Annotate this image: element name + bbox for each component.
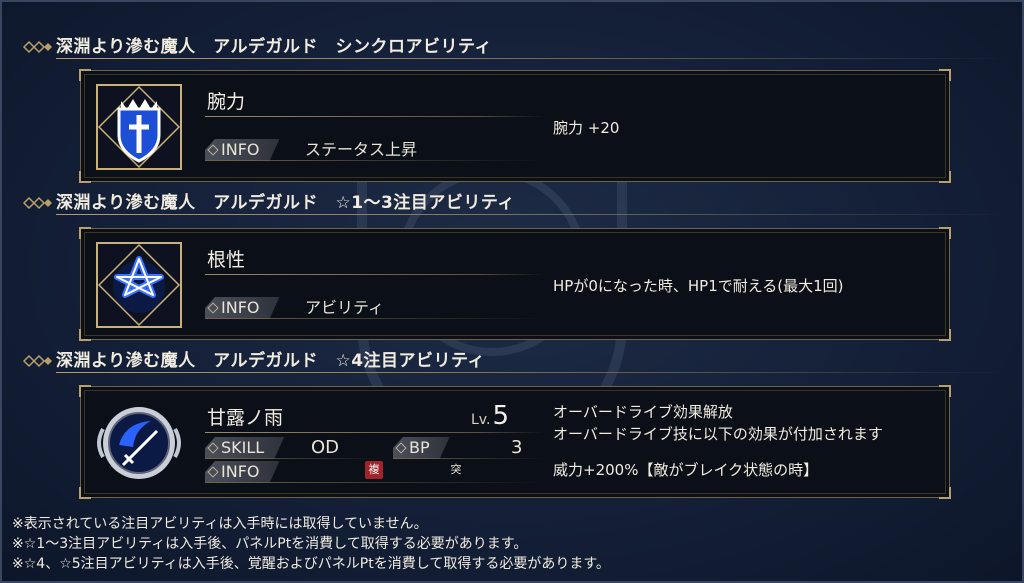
footnote: ※表示されている注目アビリティは入手時には取得していません。 — [12, 516, 428, 532]
skill-value: OD — [311, 437, 340, 458]
footnotes: ※表示されている注目アビリティは入手時には取得していません。 ※☆1～3注目アビ… — [12, 514, 610, 574]
skill-description-line1: オーバードライブ効果解放 — [553, 403, 733, 421]
shield-crest-icon — [96, 84, 182, 170]
diamond-ornament-icon — [22, 196, 52, 210]
section-title: 深淵より滲む魔人 アルデガルド ☆1～3注目アビリティ — [56, 193, 515, 213]
info-value: ステータス上昇 — [305, 140, 418, 159]
ability-card-nectar-rain[interactable]: 甘露ノ雨 Lv.5 SKILL OD BP 3 INFO 複 突 オーバードライ… — [79, 385, 951, 499]
info-label: INFO — [205, 297, 279, 319]
section-rule — [56, 58, 1012, 59]
section-title: 深淵より滲む魔人 アルデガルド シンクロアビリティ — [56, 37, 492, 57]
ability-name: 腕力 — [207, 91, 246, 113]
info-label: INFO — [205, 461, 279, 483]
section-header-star1-3: 深淵より滲む魔人 アルデガルド ☆1～3注目アビリティ — [22, 188, 1012, 216]
ability-description: 腕力 +20 — [553, 119, 620, 137]
sword-skill-icon — [97, 407, 181, 479]
footnote: ※☆1～3注目アビリティは入手後、パネルPtを消費して取得する必要があります。 — [12, 536, 528, 552]
triquetra-knot-icon — [96, 242, 182, 328]
skill-type-row: SKILL OD — [205, 437, 385, 459]
section-header-star4: 深淵より滲む魔人 アルデガルド ☆4注目アビリティ — [22, 346, 1012, 374]
section-rule — [56, 214, 1012, 215]
bp-label: BP — [393, 437, 450, 459]
skill-description-line3: 威力+200%【敵がブレイク状態の時】 — [553, 461, 819, 479]
skill-label: SKILL — [205, 437, 284, 459]
diamond-ornament-icon — [22, 354, 52, 368]
info-row: INFO ステータス上昇 — [205, 139, 545, 161]
ability-panel: 深淵より滲む魔人 アルデガルド シンクロアビリティ 腕力 INFO ステータス上… — [0, 0, 1024, 583]
level-label: Lv. — [471, 412, 491, 428]
bp-row: BP 3 — [393, 437, 545, 459]
ability-name: 根性 — [207, 249, 246, 271]
section-title: 深淵より滲む魔人 アルデガルド ☆4注目アビリティ — [56, 351, 486, 371]
skill-description-line2: オーバードライブ技に以下の効果が付加されます — [553, 425, 883, 443]
level-value: 5 — [492, 401, 509, 431]
multi-badge: 複 — [365, 461, 383, 479]
ability-card-guts[interactable]: 根性 INFO アビリティ HPが0になった時、HP1で耐える(最大1回) — [79, 227, 951, 341]
ability-card-strength[interactable]: 腕力 INFO ステータス上昇 腕力 +20 — [79, 69, 951, 183]
skill-level: Lv.5 — [471, 401, 509, 431]
footnote: ※☆4、☆5注目アビリティは入手後、覚醒およびパネルPtを消費して取得する必要が… — [12, 556, 610, 572]
diamond-ornament-icon — [22, 40, 52, 54]
info-value: アビリティ — [305, 298, 385, 317]
section-header-synchro: 深淵より滲む魔人 アルデガルド シンクロアビリティ — [22, 32, 1012, 60]
pierce-badge: 突 — [447, 461, 465, 479]
info-row: INFO アビリティ — [205, 297, 545, 319]
bp-value: 3 — [511, 437, 523, 458]
section-rule — [56, 372, 1012, 373]
ability-description: HPが0になった時、HP1で耐える(最大1回) — [553, 277, 844, 295]
skill-name: 甘露ノ雨 — [207, 407, 284, 429]
info-label: INFO — [205, 139, 279, 161]
